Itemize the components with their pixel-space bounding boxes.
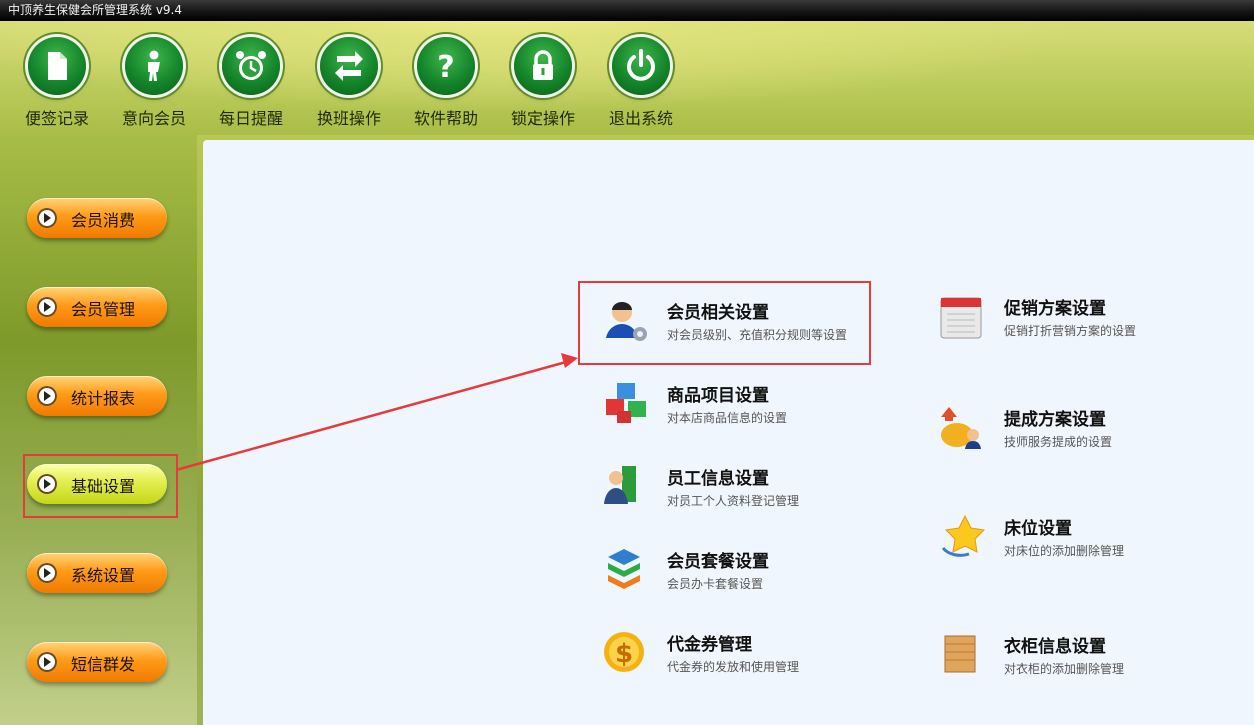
cubes-icon (606, 383, 646, 423)
item-description: 对本店商品信息的设置 (667, 411, 788, 425)
swap-arrows-icon (320, 37, 378, 95)
sidebar-item-sms-broadcast[interactable]: 短信群发 (27, 642, 167, 682)
toolbar-label: 换班操作 (316, 109, 381, 128)
toolbar-label: 意向会员 (121, 109, 186, 128)
package-settings-item[interactable]: 会员套餐设置 会员办卡套餐设置 (602, 547, 852, 597)
sidebar-item-label: 会员消费 (71, 211, 136, 230)
toolbar-note-button[interactable]: 便签记录 (17, 37, 97, 137)
highlight-box-basic-settings (23, 454, 178, 518)
alarm-clock-icon (222, 37, 280, 95)
item-description: 技师服务提成的设置 (1004, 435, 1113, 449)
item-title: 提成方案设置 (1004, 410, 1106, 430)
sidebar-item-label: 会员管理 (71, 300, 136, 319)
play-icon (37, 563, 57, 583)
item-title: 促销方案设置 (1004, 299, 1106, 319)
power-icon (612, 37, 670, 95)
commission-icon (941, 407, 981, 449)
highlight-box-member-settings (578, 281, 871, 365)
sidebar-item-label: 短信群发 (71, 655, 136, 674)
help-icon: ? (417, 37, 475, 95)
toolbar-label: 软件帮助 (413, 109, 478, 128)
toolbar-exit-button[interactable]: 退出系统 (601, 37, 681, 137)
item-description: 代金券的发放和使用管理 (667, 660, 800, 674)
item-description: 对员工个人资料登记管理 (667, 494, 800, 508)
toolbar-label: 每日提醒 (218, 109, 283, 128)
item-description: 对衣柜的添加删除管理 (1004, 662, 1125, 676)
toolbar: 便签记录 意向会员 每日提醒 换班操作 ? 软件帮助 锁定操作 退出系统 (0, 21, 1254, 135)
item-description: 会员办卡套餐设置 (667, 577, 764, 591)
item-description: 促销打折营销方案的设置 (1004, 324, 1137, 338)
sidebar: 会员消费 会员管理 统计报表 基础设置 系统设置 短信群发 (0, 135, 197, 725)
item-title: 会员套餐设置 (667, 552, 769, 572)
cabinet-icon (944, 635, 976, 673)
toolbar-lock-button[interactable]: 锁定操作 (503, 37, 583, 137)
play-icon (37, 386, 57, 406)
sidebar-item-system-settings[interactable]: 系统设置 (27, 553, 167, 593)
toolbar-label: 退出系统 (608, 109, 673, 128)
voucher-management-item[interactable]: $ 代金券管理 代金券的发放和使用管理 (602, 630, 852, 680)
star-icon (941, 514, 986, 557)
toolbar-prospect-button[interactable]: 意向会员 (114, 37, 194, 137)
person-icon (125, 37, 183, 95)
sidebar-item-member-management[interactable]: 会员管理 (27, 287, 167, 327)
svg-text:$: $ (615, 639, 633, 669)
window-title: 中顶养生保健会所管理系统 v9.4 (8, 3, 183, 17)
play-icon (37, 208, 57, 228)
toolbar-shift-button[interactable]: 换班操作 (309, 37, 389, 137)
sidebar-item-reports[interactable]: 统计报表 (27, 376, 167, 416)
bed-settings-item[interactable]: 床位设置 对床位的添加删除管理 (939, 514, 1159, 564)
locker-settings-item[interactable]: 衣柜信息设置 对衣柜的添加删除管理 (939, 632, 1159, 682)
toolbar-label: 锁定操作 (510, 109, 575, 128)
note-icon (28, 37, 86, 95)
calendar-icon (940, 297, 982, 339)
item-title: 衣柜信息设置 (1004, 637, 1106, 657)
staff-settings-item[interactable]: 员工信息设置 对员工个人资料登记管理 (602, 464, 852, 514)
commission-settings-item[interactable]: 提成方案设置 技师服务提成的设置 (939, 405, 1159, 455)
toolbar-label: 便签记录 (24, 109, 89, 128)
svg-text:?: ? (437, 50, 454, 84)
item-title: 床位设置 (1004, 519, 1072, 539)
play-icon (37, 297, 57, 317)
item-description: 对床位的添加删除管理 (1004, 544, 1125, 558)
lock-icon (514, 37, 572, 95)
item-title: 代金券管理 (667, 635, 752, 655)
sidebar-item-member-consumption[interactable]: 会员消费 (27, 198, 167, 238)
sidebar-item-label: 统计报表 (71, 389, 136, 408)
layers-icon (608, 549, 640, 589)
promotion-settings-item[interactable]: 促销方案设置 促销打折营销方案的设置 (939, 294, 1159, 344)
item-title: 员工信息设置 (667, 469, 769, 489)
play-icon (37, 652, 57, 672)
sidebar-item-label: 系统设置 (71, 566, 136, 585)
title-bar: 中顶养生保健会所管理系统 v9.4 (0, 0, 1254, 21)
dollar-coin-icon: $ (604, 632, 644, 672)
product-settings-item[interactable]: 商品项目设置 对本店商品信息的设置 (602, 381, 852, 431)
staff-icon (604, 466, 636, 504)
toolbar-reminder-button[interactable]: 每日提醒 (211, 37, 291, 137)
item-title: 商品项目设置 (667, 386, 769, 406)
toolbar-help-button[interactable]: ? 软件帮助 (406, 37, 486, 137)
